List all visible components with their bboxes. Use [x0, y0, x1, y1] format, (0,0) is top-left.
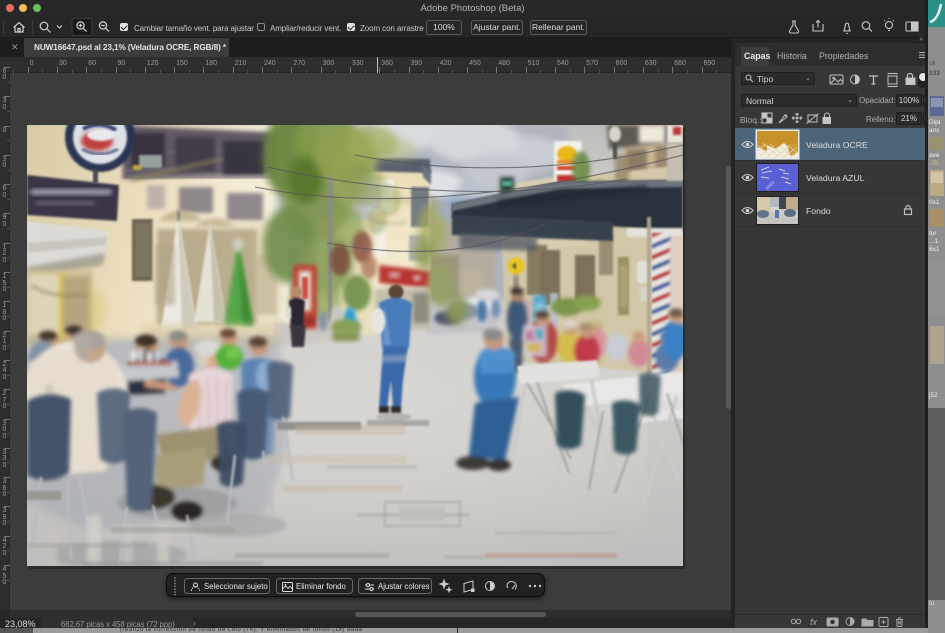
svg-text:fx: fx	[810, 617, 818, 627]
